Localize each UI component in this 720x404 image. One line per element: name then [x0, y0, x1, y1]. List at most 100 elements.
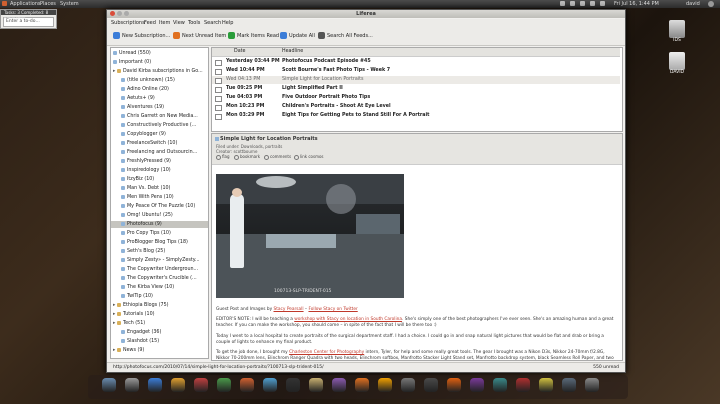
- power-icon[interactable]: [708, 1, 714, 7]
- sidebar-item[interactable]: Adino Online (20): [111, 86, 208, 93]
- trash-full-icon[interactable]: [585, 378, 599, 392]
- finder-icon[interactable]: [102, 378, 116, 392]
- photos-icon[interactable]: [217, 378, 231, 392]
- workshop-link[interactable]: workshop with Stacy on location in South…: [294, 317, 402, 322]
- blog-icon[interactable]: [355, 378, 369, 392]
- next-unread-button[interactable]: Next Unread Item: [173, 31, 226, 41]
- sidebar-item[interactable]: FreshlyPressed (9): [111, 158, 208, 165]
- title-bar[interactable]: Liferea: [107, 10, 625, 18]
- headline-row[interactable]: Mon 03:29 PM Eight Tips for Getting Pets …: [212, 112, 620, 120]
- sidebar-item[interactable]: ▸ David Kirba subscriptions in Go...: [111, 68, 208, 75]
- mail-icon[interactable]: [570, 1, 575, 6]
- sidebar-item[interactable]: Freelancing and Outsourcin...: [111, 149, 208, 156]
- sidebar-item[interactable]: Engadget (36): [111, 329, 208, 336]
- bluetooth-icon[interactable]: [600, 1, 605, 6]
- feed-icon[interactable]: [378, 378, 392, 392]
- tag-flag[interactable]: flag: [216, 154, 230, 160]
- sidebar-item[interactable]: ▸ Ethiopia Blogs (75): [111, 302, 208, 309]
- sidebar-item[interactable]: The Kirba View (10): [111, 284, 208, 291]
- sidebar-item[interactable]: Slashdot (15): [111, 338, 208, 345]
- sidebar-item[interactable]: ▸ Tutorials (10): [111, 311, 208, 318]
- sidebar-item[interactable]: The Copywriter's Crucible (...: [111, 275, 208, 282]
- desktop-icon-ids[interactable]: IDS: [663, 20, 691, 43]
- menu-feed[interactable]: Feed: [144, 19, 156, 27]
- sidebar-item[interactable]: Inspiredology (10): [111, 167, 208, 174]
- headline-row[interactable]: Yesterday 03:44 PM Photofocus Podcast Epi…: [212, 58, 620, 66]
- menu-help[interactable]: Help: [222, 19, 233, 27]
- trash-icon[interactable]: [125, 378, 139, 392]
- mail-icon[interactable]: [171, 378, 185, 392]
- sidebar-item[interactable]: FreelanceSwitch (10): [111, 140, 208, 147]
- browser-icon[interactable]: [148, 378, 162, 392]
- files-icon[interactable]: [309, 378, 323, 392]
- network-icon[interactable]: [560, 1, 565, 6]
- new-subscription-button[interactable]: New Subscription...: [113, 31, 170, 41]
- sidebar-item[interactable]: ▸ Tech (51): [111, 320, 208, 327]
- search-feeds-button[interactable]: Search All Feeds...: [318, 31, 373, 41]
- sidebar-item[interactable]: Omg! Ubuntu! (25): [111, 212, 208, 219]
- notes-icon[interactable]: [539, 378, 553, 392]
- article-title[interactable]: Simple Light for Location Portraits: [220, 136, 318, 142]
- column-headline[interactable]: Headline: [282, 48, 303, 56]
- article-photo[interactable]: 100713-SLP-TRIDENT-015: [216, 174, 404, 298]
- clock[interactable]: Fri Jul 16, 1:44 PM: [614, 0, 659, 8]
- sidebar-item[interactable]: Pro Copy Tips (10): [111, 230, 208, 237]
- sidebar-item[interactable]: TwiTip (10): [111, 293, 208, 300]
- volume-icon[interactable]: [580, 1, 585, 6]
- sidebar-item[interactable]: ItzyBiz (10): [111, 176, 208, 183]
- update-all-button[interactable]: Update All: [280, 31, 315, 41]
- tag-comments[interactable]: comments: [264, 154, 291, 160]
- tag-link-cosmos[interactable]: link cosmos: [294, 154, 324, 160]
- sidebar-item[interactable]: My Peace Of The Puzzle (10): [111, 203, 208, 210]
- sidebar-item[interactable]: Copyblogger (9): [111, 131, 208, 138]
- sidebar-item[interactable]: Important (0): [111, 59, 208, 66]
- headline-row[interactable]: Tue 04:03 PM Five Outdoor Portrait Photo …: [212, 94, 620, 102]
- sidebar-item[interactable]: (title unknown) (15): [111, 77, 208, 84]
- headline-row[interactable]: Mon 10:23 PM Children's Portraits - Shoot…: [212, 103, 620, 111]
- settings-icon[interactable]: [401, 378, 415, 392]
- column-date[interactable]: Date: [234, 48, 245, 56]
- calendar-icon[interactable]: [240, 378, 254, 392]
- sidebar-item[interactable]: Men With Pens (10): [111, 194, 208, 201]
- headline-row[interactable]: Wed 10:44 PM Scott Bourne's Fast Photo Ti…: [212, 67, 620, 75]
- headline-row[interactable]: Tue 09:25 PM Light Simplified Part II: [212, 85, 620, 93]
- todo-input[interactable]: Enter a to-do...: [3, 17, 54, 27]
- sidebar-item[interactable]: ProBlogger Blog Tips (18): [111, 239, 208, 246]
- menu-tools[interactable]: Tools: [188, 19, 200, 27]
- twitter-link[interactable]: Follow Stacy on Twitter: [308, 307, 357, 312]
- sidebar-item[interactable]: Chris Garrett on New Media...: [111, 113, 208, 120]
- ubuntu-logo-icon[interactable]: [2, 1, 7, 6]
- system-icon[interactable]: [562, 378, 576, 392]
- applications-menu[interactable]: Applications: [10, 0, 41, 8]
- ccp-link[interactable]: Charleston Center for Photography: [289, 350, 364, 355]
- author-link[interactable]: Stacy Pearsall: [274, 307, 304, 312]
- tag-bookmark[interactable]: bookmark: [234, 154, 260, 160]
- battery-icon[interactable]: [590, 1, 595, 6]
- menu-item[interactable]: Item: [159, 19, 170, 27]
- sidebar-item[interactable]: Alventures (19): [111, 104, 208, 111]
- sidebar-item[interactable]: The Copywriter Undergroun...: [111, 266, 208, 273]
- network-icon[interactable]: [493, 378, 507, 392]
- system-menu[interactable]: System: [60, 0, 79, 8]
- firefox-icon[interactable]: [447, 378, 461, 392]
- user-menu[interactable]: david: [686, 0, 700, 8]
- music-icon[interactable]: [194, 378, 208, 392]
- sidebar-item[interactable]: Unread (550): [111, 50, 208, 57]
- video-icon[interactable]: [516, 378, 530, 392]
- menu-subscriptions[interactable]: Subscriptions: [111, 19, 145, 27]
- sidebar-item[interactable]: Aetuts+ (9): [111, 95, 208, 102]
- sidebar-item[interactable]: Photofocus (9): [111, 221, 208, 228]
- places-menu[interactable]: Places: [40, 0, 56, 8]
- menu-search[interactable]: Search: [204, 19, 221, 27]
- dash-icon[interactable]: [424, 378, 438, 392]
- media-icon[interactable]: [470, 378, 484, 392]
- sidebar-item[interactable]: Constructively Productive (...: [111, 122, 208, 129]
- headline-row[interactable]: Wed 04:13 PM Simple Light for Location Po…: [212, 76, 620, 84]
- chat-icon[interactable]: [263, 378, 277, 392]
- sidebar-item[interactable]: ▸ News (9): [111, 347, 208, 354]
- desktop-icon-david[interactable]: DAVID: [663, 52, 691, 75]
- terminal-icon[interactable]: [286, 378, 300, 392]
- paint-icon[interactable]: [332, 378, 346, 392]
- menu-view[interactable]: View: [173, 19, 185, 27]
- mark-read-button[interactable]: Mark Items Read: [228, 31, 279, 41]
